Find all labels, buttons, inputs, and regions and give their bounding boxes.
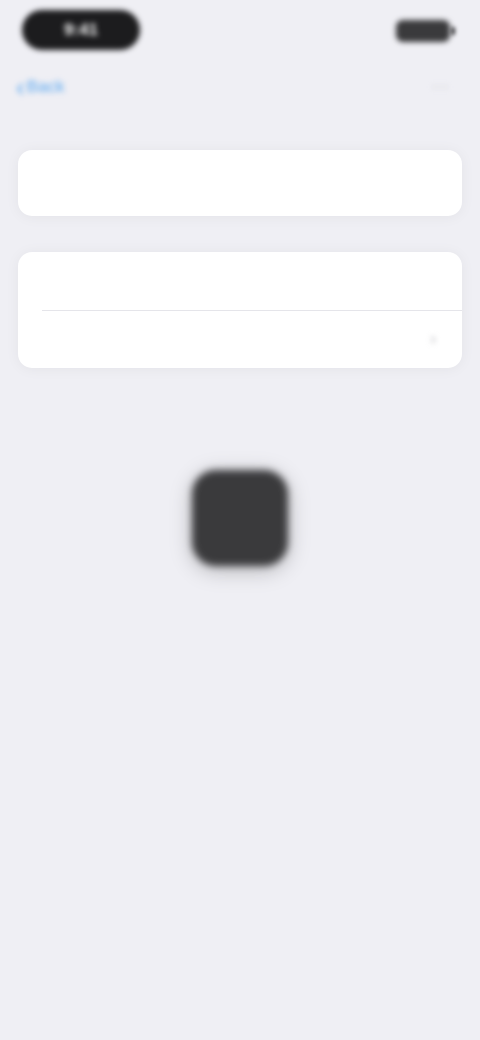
navigation-bar: ‹ Back ⋯ <box>0 62 480 112</box>
settings-row[interactable]: › <box>18 310 462 368</box>
ellipsis-icon[interactable]: ⋯ <box>426 76 454 98</box>
settings-group-1 <box>18 150 462 216</box>
back-button-label: Back <box>26 77 65 96</box>
settings-group-2: › <box>18 252 462 368</box>
chevron-left-icon: ‹ <box>16 72 25 102</box>
settings-row[interactable] <box>18 252 462 310</box>
settings-row[interactable] <box>18 154 462 212</box>
battery-icon <box>396 20 450 42</box>
page-title <box>150 72 330 102</box>
battery-tip <box>451 27 455 35</box>
back-button[interactable]: ‹ Back <box>16 72 64 102</box>
status-time: 9:41 <box>22 10 140 50</box>
app-icon <box>192 470 288 566</box>
chevron-right-icon: › <box>430 329 436 348</box>
status-bar: 9:41 <box>0 0 480 62</box>
